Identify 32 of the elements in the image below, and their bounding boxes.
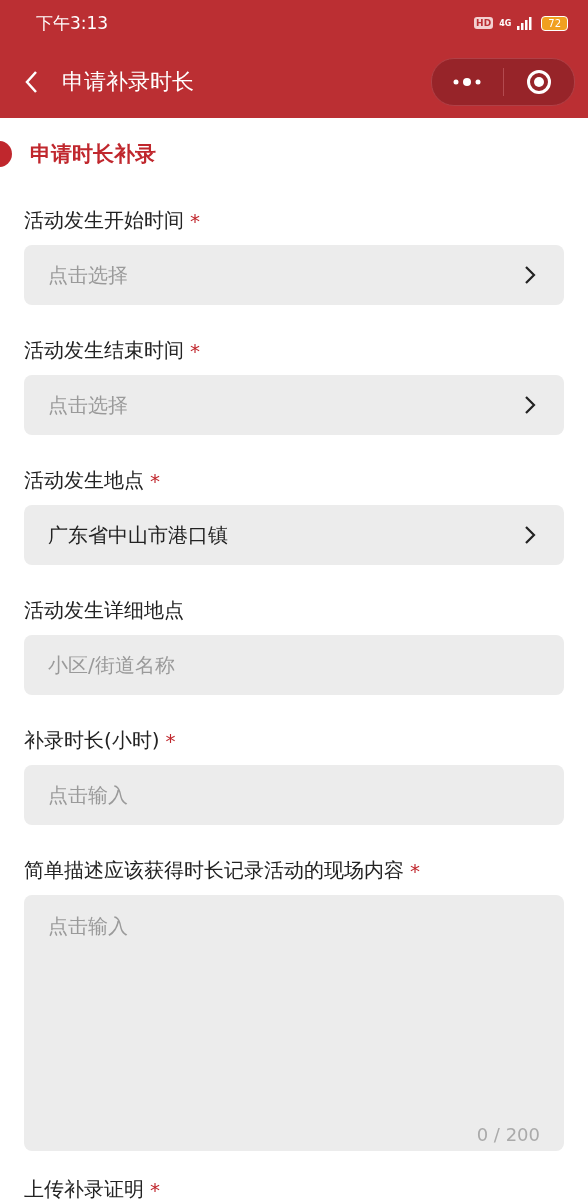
- picker-field[interactable]: 点击选择: [24, 375, 564, 435]
- required-mark: *: [150, 468, 160, 493]
- required-mark: *: [410, 858, 420, 883]
- required-mark: *: [190, 338, 200, 363]
- field-label: 活动发生详细地点: [24, 597, 184, 624]
- required-mark: *: [165, 728, 176, 753]
- picker-field[interactable]: 广东省中山市港口镇: [24, 505, 564, 565]
- field-label: 活动发生地点: [24, 467, 144, 494]
- required-mark: *: [150, 1177, 160, 1200]
- picker-field[interactable]: 点击选择: [24, 245, 564, 305]
- field-label: 上传补录证明: [24, 1176, 144, 1200]
- field-label: 补录时长(小时): [24, 727, 160, 754]
- hd-icon: HD: [474, 17, 494, 29]
- required-mark: *: [190, 208, 200, 233]
- chevron-icon: [524, 395, 536, 415]
- char-counter: 0 / 200: [476, 1124, 540, 1145]
- field-label: 活动发生开始时间: [24, 207, 184, 234]
- more-icon: [452, 77, 483, 87]
- section-title: 申请时长补录: [30, 141, 156, 168]
- chevron-icon: [524, 265, 536, 285]
- back-icon: [24, 70, 38, 94]
- target-icon: [525, 69, 552, 95]
- text-area[interactable]: 点击输入 0 / 200: [24, 895, 564, 1151]
- status-time: 下午3:13: [36, 11, 109, 35]
- input-field[interactable]: 小区/街道名称: [24, 635, 564, 695]
- page-title: 申请补录时长: [62, 68, 195, 96]
- field-label: 简单描述应该获得时长记录活动的现场内容: [24, 857, 404, 884]
- field-label: 活动发生结束时间: [24, 337, 184, 364]
- chevron-icon: [524, 525, 536, 545]
- battery-icon: 72: [541, 15, 568, 31]
- input-field[interactable]: 点击输入: [24, 765, 564, 825]
- network-label: 4G: [499, 18, 512, 28]
